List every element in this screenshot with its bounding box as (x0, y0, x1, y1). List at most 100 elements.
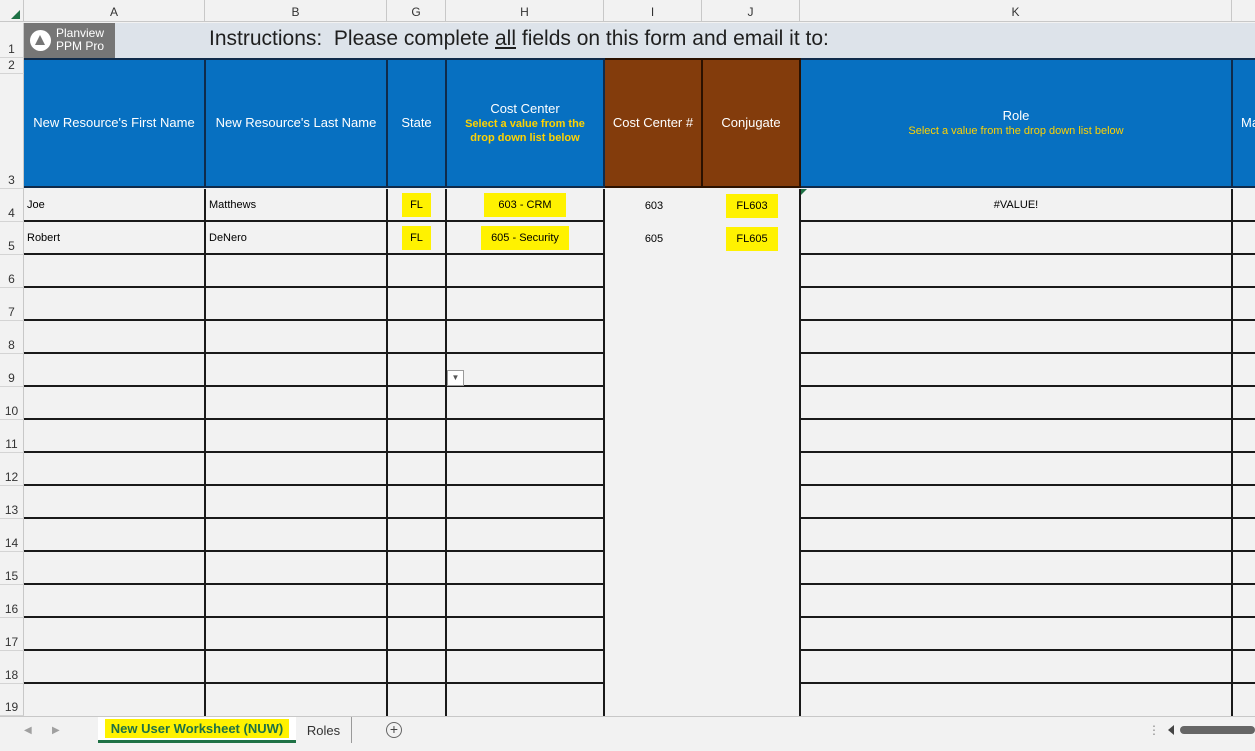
cell-next[interactable] (1233, 354, 1255, 387)
column-header-l[interactable] (1232, 0, 1255, 22)
cell-last-name[interactable] (206, 552, 388, 585)
cell-next[interactable] (1233, 288, 1255, 321)
tab-scroll-right-icon[interactable]: ▶ (52, 725, 60, 736)
cell-next[interactable] (1233, 684, 1255, 716)
cell-role[interactable] (801, 552, 1233, 585)
cell-next[interactable] (1233, 651, 1255, 684)
cell-cost-center-num[interactable]: 603 (605, 189, 703, 222)
cell-cost-center[interactable] (447, 585, 605, 618)
row-header-2[interactable]: 2 (0, 58, 24, 74)
cell-last-name[interactable] (206, 519, 388, 552)
cell-next[interactable] (1233, 618, 1255, 651)
tab-scroll-left-icon[interactable]: ◀ (24, 725, 32, 736)
cell-cost-center[interactable] (447, 684, 605, 716)
scrollbar-thumb[interactable] (1180, 726, 1255, 734)
add-sheet-button[interactable]: + (386, 722, 402, 738)
cell-state[interactable] (388, 453, 447, 486)
cell-last-name[interactable] (206, 354, 388, 387)
cell-state[interactable] (388, 288, 447, 321)
cell-next[interactable] (1233, 519, 1255, 552)
cell-next[interactable] (1233, 552, 1255, 585)
cell-role[interactable] (801, 519, 1233, 552)
cell-cost-center[interactable] (447, 618, 605, 651)
cell-cost-center[interactable] (447, 420, 605, 453)
cell-first-name[interactable] (24, 387, 206, 420)
column-header-k[interactable]: K (800, 0, 1232, 22)
cell-state[interactable]: FL (388, 189, 447, 222)
cell-first-name[interactable] (24, 618, 206, 651)
column-header-g[interactable]: G (387, 0, 446, 22)
cell-last-name[interactable] (206, 486, 388, 519)
row-header-9[interactable]: 9 (0, 354, 24, 387)
cell-last-name[interactable] (206, 387, 388, 420)
cell-next[interactable] (1233, 585, 1255, 618)
cell-cost-center[interactable] (447, 651, 605, 684)
cell-role[interactable] (801, 255, 1233, 288)
cell-cost-center[interactable] (447, 486, 605, 519)
cell-role[interactable] (801, 288, 1233, 321)
cell-role[interactable] (801, 486, 1233, 519)
cell-state[interactable] (388, 585, 447, 618)
header-state[interactable]: State (388, 58, 447, 188)
row-header-7[interactable]: 7 (0, 288, 24, 321)
cell-last-name[interactable] (206, 651, 388, 684)
tab-roles[interactable]: Roles (296, 717, 352, 743)
cell-role[interactable] (801, 618, 1233, 651)
cell-cost-center[interactable] (447, 453, 605, 486)
cell-first-name[interactable] (24, 288, 206, 321)
header-last-name[interactable]: New Resource's Last Name (206, 58, 388, 188)
row-header-4[interactable]: 4 (0, 189, 24, 222)
header-conjugate[interactable]: Conjugate (703, 58, 801, 188)
cell-cost-center[interactable]: 605 - Security (447, 222, 605, 255)
cell-cost-center[interactable] (447, 354, 605, 387)
cell-next[interactable] (1233, 453, 1255, 486)
cell-cost-center-num[interactable]: 605 (605, 222, 703, 255)
cell-next[interactable] (1233, 420, 1255, 453)
cell-first-name[interactable] (24, 486, 206, 519)
cell-last-name[interactable] (206, 684, 388, 716)
cell-first-name[interactable] (24, 585, 206, 618)
cell-state[interactable] (388, 519, 447, 552)
row-header-14[interactable]: 14 (0, 519, 24, 552)
row-header-3[interactable]: 3 (0, 74, 24, 189)
cell-first-name[interactable]: Robert (24, 222, 206, 255)
cell-role[interactable] (801, 387, 1233, 420)
column-header-b[interactable]: B (205, 0, 387, 22)
column-header-a[interactable]: A (24, 0, 205, 22)
select-all-button[interactable] (0, 0, 24, 22)
cell-state[interactable] (388, 420, 447, 453)
cell-cost-center[interactable] (447, 552, 605, 585)
cell-state[interactable] (388, 387, 447, 420)
cell-last-name[interactable] (206, 288, 388, 321)
cell-role[interactable] (801, 585, 1233, 618)
cell-next[interactable] (1233, 255, 1255, 288)
row-header-13[interactable]: 13 (0, 486, 24, 519)
cell-last-name[interactable] (206, 321, 388, 354)
tab-new-user-worksheet[interactable]: New User Worksheet (NUW) (98, 717, 296, 743)
row-header-10[interactable]: 10 (0, 387, 24, 420)
cell-role[interactable] (801, 420, 1233, 453)
cell-conjugate[interactable]: FL605 (703, 222, 801, 255)
cell-last-name[interactable] (206, 618, 388, 651)
column-header-j[interactable]: J (702, 0, 800, 22)
cell-cost-center[interactable] (447, 321, 605, 354)
cell-first-name[interactable] (24, 651, 206, 684)
cell-role[interactable] (801, 684, 1233, 716)
cell-state[interactable] (388, 684, 447, 716)
cell-first-name[interactable] (24, 519, 206, 552)
header-cost-center-num[interactable]: Cost Center # (605, 58, 703, 188)
cell-conjugate[interactable]: FL603 (703, 189, 801, 222)
cell-last-name[interactable] (206, 585, 388, 618)
cell-last-name[interactable] (206, 255, 388, 288)
cell-last-name[interactable]: DeNero (206, 222, 388, 255)
cell-first-name[interactable] (24, 552, 206, 585)
cell-next[interactable] (1233, 321, 1255, 354)
cell-last-name[interactable]: Matthews (206, 189, 388, 222)
cell-state[interactable] (388, 321, 447, 354)
row-header-17[interactable]: 17 (0, 618, 24, 651)
cell-last-name[interactable] (206, 453, 388, 486)
cell-cost-center[interactable] (447, 519, 605, 552)
cell-state[interactable]: FL (388, 222, 447, 255)
row-header-19[interactable]: 19 (0, 684, 24, 716)
cell-first-name[interactable] (24, 420, 206, 453)
